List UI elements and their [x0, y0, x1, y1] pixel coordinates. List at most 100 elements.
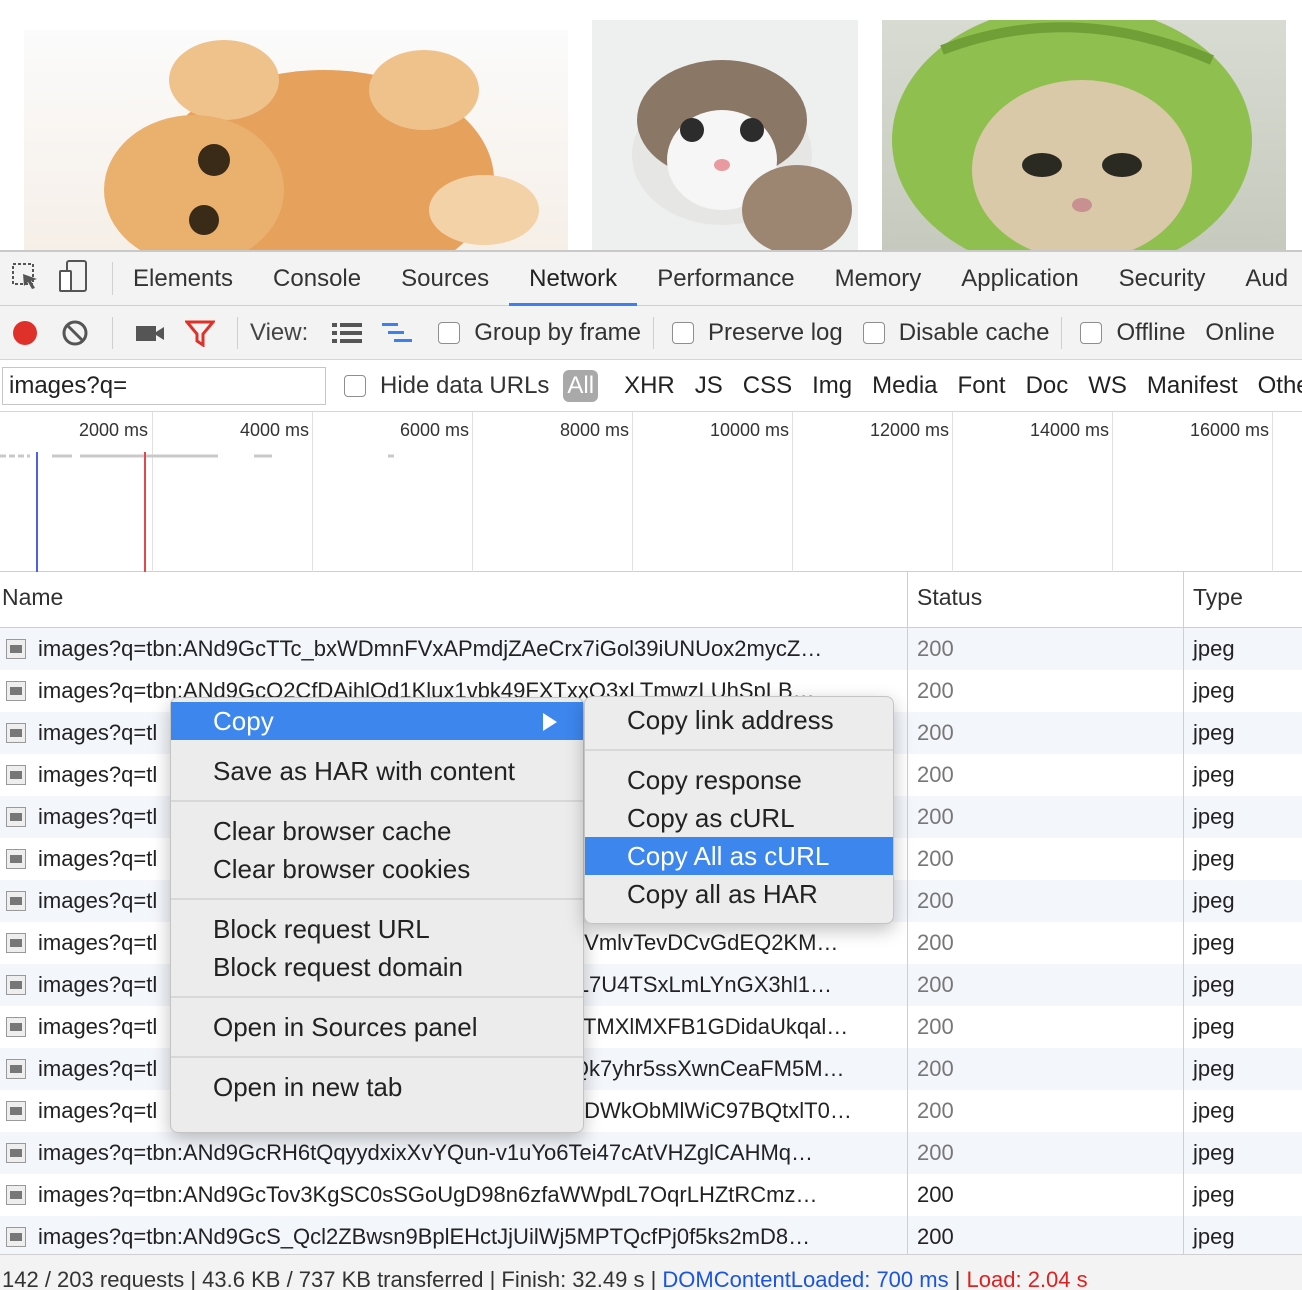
filter-type-xhr[interactable]: XHR	[614, 372, 685, 400]
checkbox-box[interactable]	[862, 321, 885, 344]
request-type: jpeg	[1193, 1140, 1235, 1165]
checkbox-box[interactable]	[672, 321, 694, 344]
menu-item-copy[interactable]: Copy	[171, 702, 583, 740]
record-icon[interactable]	[10, 318, 40, 348]
filter-type-css[interactable]: CSS	[733, 372, 802, 400]
offline-label: Offline	[1116, 318, 1186, 346]
menu-item-open-sources[interactable]: Open in Sources panel	[171, 1008, 583, 1046]
tab-memory[interactable]: Memory	[815, 252, 942, 305]
tab-audits[interactable]: Aud	[1225, 252, 1302, 305]
menu-item-copy-curl[interactable]: Copy as cURL	[585, 799, 893, 837]
column-header-type[interactable]: Type	[1184, 572, 1302, 627]
filter-type-manifest[interactable]: Manifest	[1137, 372, 1248, 400]
request-name-tail: AQk7yhr5ssXwnCeaFM5M…	[557, 1056, 845, 1081]
menu-item-save-har[interactable]: Save as HAR with content	[171, 752, 583, 790]
column-header-name[interactable]: Name	[0, 572, 908, 627]
kitten-image-1[interactable]	[24, 30, 568, 250]
throttling-select[interactable]: Online	[1205, 319, 1274, 347]
request-type: jpeg	[1193, 930, 1235, 955]
menu-separator	[171, 898, 583, 900]
filter-type-doc[interactable]: Doc	[1016, 372, 1079, 400]
network-filterbar: Hide data URLs All XHR JS CSS Img Media …	[0, 360, 1302, 412]
column-header-status[interactable]: Status	[908, 572, 1184, 627]
copy-submenu: Copy link address Copy response Copy as …	[584, 696, 894, 924]
tab-sources[interactable]: Sources	[381, 252, 509, 305]
dcl-time: DOMContentLoaded: 700 ms	[662, 1267, 949, 1290]
menu-item-copy-all-curl[interactable]: Copy All as cURL	[585, 837, 893, 875]
menu-item-block-url[interactable]: Block request URL	[171, 910, 583, 948]
menu-separator	[171, 800, 583, 802]
request-name: images?q=tbn:ANd9GcRH6tQqyydxixXvYQun-v1…	[38, 1140, 814, 1165]
table-row[interactable]: images?q=tbn:ANd9GcS_Qcl2ZBwsn9BplEHctJj…	[0, 1216, 1302, 1258]
kitten-image-2[interactable]	[592, 20, 858, 250]
request-status: 200	[908, 922, 1184, 964]
network-summary-bar: 142 / 203 requests | 43.6 KB / 737 KB tr…	[0, 1254, 1302, 1290]
tab-security[interactable]: Security	[1099, 252, 1226, 305]
checkbox-box[interactable]	[438, 321, 461, 344]
tab-performance[interactable]: Performance	[637, 252, 814, 305]
filter-type-media[interactable]: Media	[862, 372, 947, 400]
preserve-log-checkbox[interactable]: Preserve log	[672, 319, 843, 347]
menu-item-copy-response[interactable]: Copy response	[585, 761, 893, 799]
request-name: images?q=tl	[38, 1056, 158, 1081]
image-thumbnail-icon	[6, 849, 26, 869]
cat-melon-helmet-image[interactable]	[882, 20, 1286, 250]
screenshot-camera-icon[interactable]	[135, 318, 165, 348]
menu-item-clear-cache[interactable]: Clear browser cache	[171, 812, 583, 850]
toolbar-divider	[1061, 316, 1063, 349]
request-status: 200	[908, 628, 1184, 670]
requests-table-header: Name Status Type	[0, 572, 1302, 628]
menu-item-block-domain[interactable]: Block request domain	[171, 948, 583, 986]
hide-data-urls-checkbox[interactable]: Hide data URLs	[344, 372, 549, 400]
filter-type-img[interactable]: Img	[802, 372, 862, 400]
table-row[interactable]: images?q=tbn:ANd9GcTov3KgSC0sSGoUgD98n6z…	[0, 1174, 1302, 1216]
menu-separator	[171, 996, 583, 998]
filter-type-all[interactable]: All	[563, 369, 599, 402]
tab-elements[interactable]: Elements	[113, 252, 253, 305]
checkbox-box[interactable]	[344, 374, 366, 397]
request-name: images?q=tl	[38, 972, 158, 997]
large-rows-icon[interactable]	[332, 318, 363, 348]
group-by-frame-checkbox[interactable]: Group by frame	[438, 319, 641, 347]
filter-type-other[interactable]: Othe	[1248, 372, 1302, 400]
request-status: 200	[908, 1048, 1184, 1090]
toolbar-divider	[237, 316, 238, 349]
tab-network[interactable]: Network	[509, 252, 638, 306]
request-name: images?q=tl	[38, 846, 158, 871]
request-name: images?q=tl	[38, 1014, 158, 1039]
filter-icon[interactable]	[185, 318, 215, 348]
load-time: Load: 2.04 s	[966, 1267, 1088, 1290]
request-status: 200	[908, 964, 1184, 1006]
inspect-element-icon[interactable]	[10, 261, 40, 296]
menu-item-open-new-tab[interactable]: Open in new tab	[171, 1068, 583, 1106]
filter-type-font[interactable]: Font	[948, 372, 1016, 400]
request-status: 200	[908, 1174, 1184, 1216]
image-thumbnail-icon	[6, 1185, 26, 1205]
filter-type-ws[interactable]: WS	[1078, 372, 1137, 400]
request-name: images?q=tbn:ANd9GcTov3KgSC0sSGoUgD98n6z…	[38, 1182, 818, 1207]
request-name: images?q=tl	[38, 930, 158, 955]
device-toolbar-icon[interactable]	[58, 259, 88, 298]
request-context-menu: Copy Save as HAR with content Clear brow…	[170, 697, 584, 1133]
tab-console[interactable]: Console	[253, 252, 381, 305]
filter-type-js[interactable]: JS	[685, 372, 733, 400]
menu-item-copy-link[interactable]: Copy link address	[585, 701, 893, 739]
filter-input[interactable]	[2, 366, 326, 405]
tab-application[interactable]: Application	[941, 252, 1098, 305]
request-type: jpeg	[1193, 720, 1235, 745]
checkbox-box[interactable]	[1080, 321, 1103, 344]
request-type: jpeg	[1193, 972, 1235, 997]
overview-waterfall	[0, 452, 394, 572]
menu-item-clear-cookies[interactable]: Clear browser cookies	[171, 850, 583, 888]
image-thumbnail-icon	[6, 807, 26, 827]
table-row[interactable]: images?q=tbn:ANd9GcTTc_bxWDmnFVxAPmdjZAe…	[0, 628, 1302, 670]
request-status: 200	[908, 880, 1184, 922]
table-row[interactable]: images?q=tbn:ANd9GcRH6tQqyydxixXvYQun-v1…	[0, 1132, 1302, 1174]
network-overview[interactable]: 2000 ms 4000 ms 6000 ms 8000 ms 10000 ms…	[0, 412, 1302, 572]
menu-item-copy-all-har[interactable]: Copy all as HAR	[585, 875, 893, 913]
clear-icon[interactable]	[60, 318, 90, 348]
offline-checkbox[interactable]: Offline	[1080, 319, 1185, 347]
waterfall-overview-icon[interactable]	[382, 318, 413, 348]
disable-cache-checkbox[interactable]: Disable cache	[862, 319, 1049, 347]
request-status: 200	[908, 1132, 1184, 1174]
